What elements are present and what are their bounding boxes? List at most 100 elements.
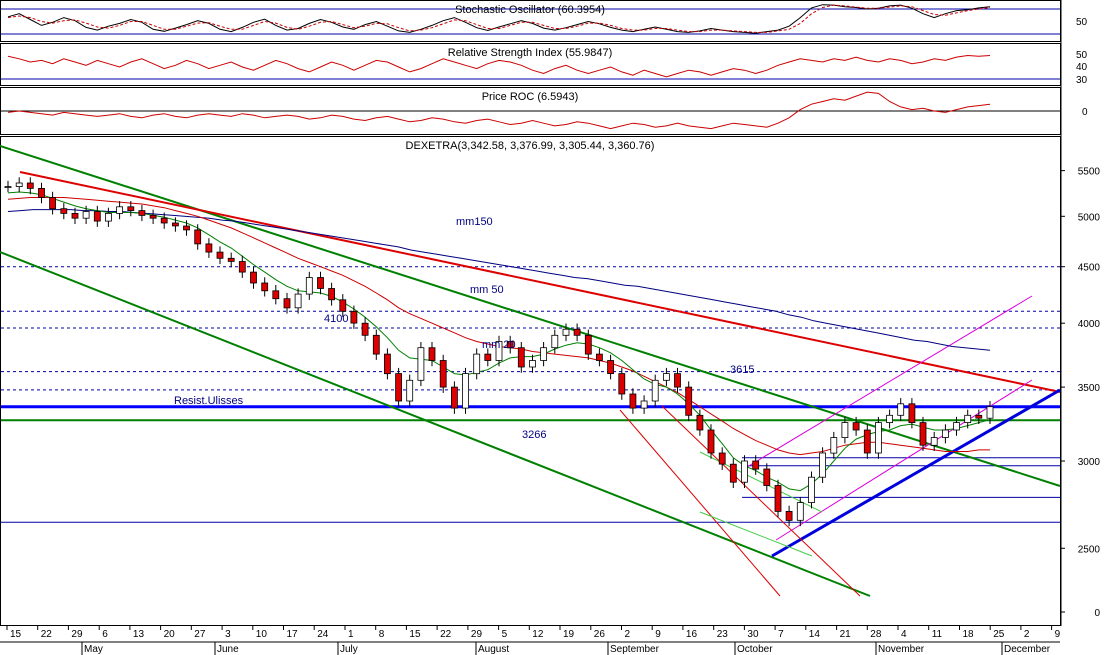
candle xyxy=(473,348,481,380)
candle xyxy=(93,205,101,227)
candle-body xyxy=(875,422,882,454)
candle-body xyxy=(886,414,893,423)
month-label: November xyxy=(878,644,925,655)
candle xyxy=(942,424,949,444)
candle xyxy=(15,177,23,193)
roc-panel: Price ROC (6.5943) 0 xyxy=(1,91,1088,130)
x-tick-label: 8 xyxy=(379,629,385,640)
candle xyxy=(875,416,882,459)
candle xyxy=(361,317,369,342)
annotation-4100: 4100 xyxy=(324,313,348,325)
candle xyxy=(718,447,726,470)
candle xyxy=(908,398,916,429)
light-green-channel-1 xyxy=(699,451,823,513)
candle-body xyxy=(71,212,79,219)
x-axis: 15 22 29 6 13 20 27 3 10 17 24 1 8 15 22 29 5 12 19 26 2 9 16 2… xyxy=(0,626,1061,655)
candle xyxy=(618,367,626,400)
x-tick-label: 22 xyxy=(440,629,452,640)
candle-body xyxy=(473,353,481,375)
candle-body xyxy=(26,182,34,189)
candle xyxy=(238,255,246,278)
thin-red-channel-1 xyxy=(619,409,781,597)
candle-body xyxy=(942,429,949,438)
x-tick-label: 16 xyxy=(686,629,698,640)
annotation-mm20: mm 20 xyxy=(482,339,516,351)
candle xyxy=(808,471,815,509)
price-title: DEXETRA(3,342.58, 3,376.99, 3,305.44, 3,… xyxy=(406,140,655,152)
candle-body xyxy=(272,290,280,300)
x-tick-label: 20 xyxy=(164,629,176,640)
candle-body xyxy=(674,373,681,388)
candle xyxy=(919,416,927,451)
x-tick-label: 23 xyxy=(717,629,729,640)
candle-body xyxy=(785,510,793,521)
y-tick-label: 2500 xyxy=(1078,544,1101,555)
candle-body xyxy=(517,347,525,368)
candle-body xyxy=(283,298,291,309)
candle xyxy=(38,182,45,204)
candle xyxy=(395,367,403,407)
x-tick-label: 13 xyxy=(133,629,145,640)
rsi-tick-50: 50 xyxy=(1076,50,1088,61)
candle xyxy=(863,424,871,459)
stochastic-title: Stochastic Oscillator (60.3954) xyxy=(455,4,605,16)
candle xyxy=(517,342,525,373)
x-tick-label: 2 xyxy=(625,629,631,640)
candle-body xyxy=(685,386,693,416)
month-label: December xyxy=(1004,644,1051,655)
candle xyxy=(484,348,492,367)
candle xyxy=(629,388,637,414)
x-tick-label: 9 xyxy=(1055,629,1061,640)
x-tick-label: 15 xyxy=(409,629,421,640)
candle xyxy=(350,305,358,329)
candle xyxy=(607,354,614,380)
candle xyxy=(250,266,257,289)
roc-tick-0: 0 xyxy=(1082,107,1088,118)
roc-title: Price ROC (6.5943) xyxy=(482,91,579,103)
candle-body xyxy=(808,476,815,504)
candle-body xyxy=(439,360,447,388)
candle xyxy=(763,463,771,492)
candle-body xyxy=(82,211,90,219)
y-tick-label: 3000 xyxy=(1078,457,1101,468)
month-label: August xyxy=(478,644,509,655)
y-tick-label: 4000 xyxy=(1078,319,1101,330)
candle-body xyxy=(618,373,626,395)
candle-body xyxy=(663,373,670,381)
thin-red-channel-2 xyxy=(661,405,861,597)
candle-body xyxy=(640,400,648,409)
candle-body xyxy=(629,393,637,409)
month-label: June xyxy=(217,644,239,655)
candle-body xyxy=(573,328,581,336)
candle-body xyxy=(596,353,603,361)
red-resistance-line xyxy=(19,171,1061,393)
magenta-channel-upper xyxy=(741,295,1033,471)
candle-body xyxy=(261,282,269,292)
candle xyxy=(886,409,893,429)
x-tick-label: 26 xyxy=(594,629,606,640)
candle xyxy=(897,398,905,422)
candle xyxy=(4,180,12,193)
candle xyxy=(785,505,793,527)
candle xyxy=(26,177,34,195)
x-tick-label: 28 xyxy=(870,629,882,640)
rsi-tick-40: 40 xyxy=(1076,62,1088,73)
candle xyxy=(406,374,414,407)
y-tick-label: 3500 xyxy=(1078,383,1101,394)
x-tick-label: 7 xyxy=(778,629,784,640)
candle-body xyxy=(584,334,592,355)
candle-body xyxy=(986,406,994,419)
candle xyxy=(227,252,235,268)
candle-body xyxy=(930,437,938,446)
candle-body xyxy=(227,257,235,262)
stochastic-panel: Stochastic Oscillator (60.3954) 50 xyxy=(1,4,1088,35)
candle xyxy=(685,381,693,422)
candle xyxy=(830,431,838,459)
candle-body xyxy=(718,452,726,465)
chart-root: Stochastic Oscillator (60.3954) 50 Relat… xyxy=(0,0,1101,655)
candle-body xyxy=(607,360,614,375)
x-tick-label: 19 xyxy=(563,629,575,640)
price-panel-frame xyxy=(0,136,1061,626)
candle xyxy=(964,409,972,429)
month-label: May xyxy=(84,644,103,655)
